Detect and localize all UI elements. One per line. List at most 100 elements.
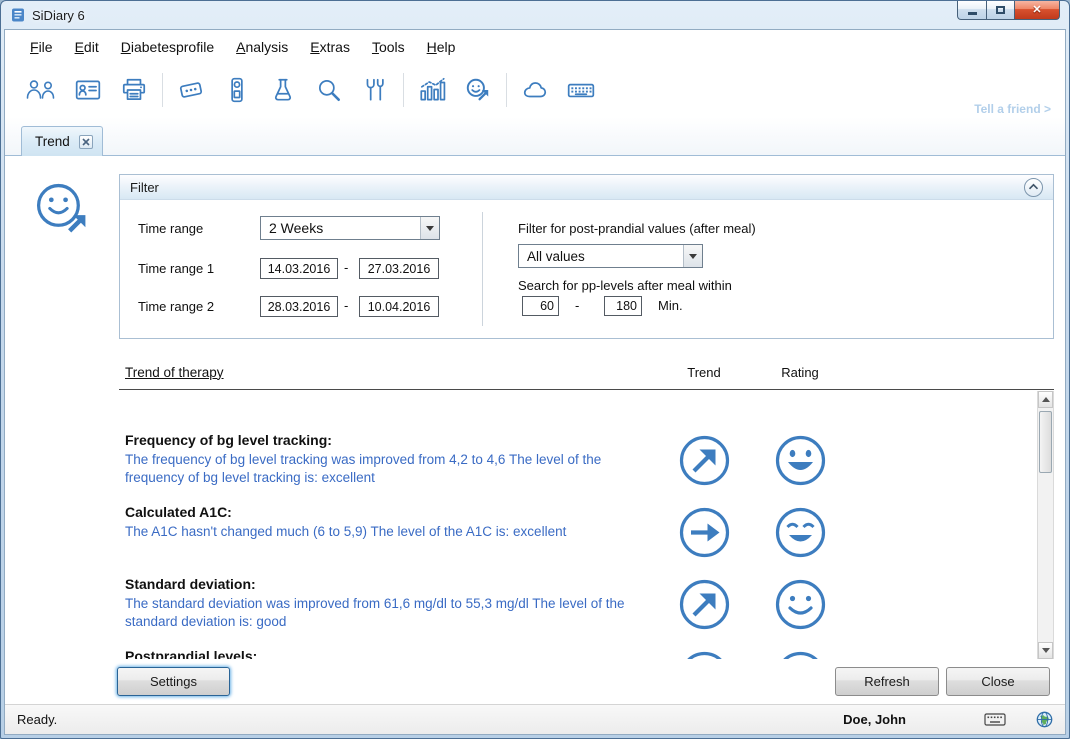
patients-icon[interactable] <box>19 68 65 112</box>
trend-arrow-icon <box>678 576 731 631</box>
pp-filter-label: Filter for post-prandial values (after m… <box>518 221 756 236</box>
menu-help[interactable]: Help <box>416 34 467 60</box>
tab-trend[interactable]: Trend <box>21 126 103 156</box>
lab-values-icon[interactable] <box>260 68 306 112</box>
vertical-scrollbar[interactable] <box>1037 391 1054 659</box>
pp-filter-value: All values <box>527 248 585 264</box>
scrollbar-thumb[interactable] <box>1039 411 1052 473</box>
tab-close-button[interactable] <box>78 134 93 149</box>
trend-row-label: Calculated A1C: <box>125 504 232 520</box>
trend-row-text: Postprandial levels: <box>125 648 656 659</box>
menu-diabetesprofile[interactable]: Diabetesprofile <box>110 34 225 60</box>
refresh-button[interactable]: Refresh <box>835 667 939 696</box>
pp-to-input[interactable] <box>604 296 642 316</box>
trend-row: Calculated A1C: The A1C hasn't changed m… <box>125 504 1037 576</box>
filter-divider <box>482 212 483 326</box>
maximize-button[interactable] <box>987 1 1015 20</box>
trend-row-label: Frequency of bg level tracking: <box>125 432 332 448</box>
menu-file[interactable]: File <box>19 34 64 60</box>
pp-unit-label: Min. <box>658 298 683 313</box>
title-bar[interactable]: SiDiary 6 ✕ <box>4 1 1066 29</box>
trend-row-text: Standard deviation: The standard deviati… <box>125 576 656 648</box>
time-range-value: 2 Weeks <box>269 220 324 236</box>
trend-row-text: Calculated A1C: The A1C hasn't changed m… <box>125 504 656 576</box>
device-icon[interactable] <box>214 68 260 112</box>
scroll-up-button[interactable] <box>1038 391 1053 408</box>
trend-column-header: Trend <box>687 364 721 380</box>
filter-header: Filter <box>120 175 1053 200</box>
menu-extras[interactable]: Extras <box>299 34 361 60</box>
menu-bar: File Edit Diabetesprofile Analysis Extra… <box>5 30 1065 63</box>
range1-end-input[interactable] <box>359 258 439 279</box>
print-icon[interactable] <box>111 68 157 112</box>
statistics-icon[interactable] <box>409 68 455 112</box>
collapse-filter-button[interactable] <box>1024 177 1043 197</box>
trend-list: Frequency of bg level tracking: The freq… <box>119 390 1037 659</box>
range-separator: - <box>575 298 580 313</box>
status-text: Ready. <box>17 712 58 727</box>
time-range-2-label: Time range 2 <box>138 299 215 314</box>
read-device-icon[interactable] <box>168 68 214 112</box>
trend-row-text: Frequency of bg level tracking: The freq… <box>125 432 656 504</box>
trend-panel-title: Trend of therapy <box>125 364 224 380</box>
rating-column-header: Rating <box>781 364 819 380</box>
trend-header-row: Trend of therapy Trend Rating <box>119 355 1054 389</box>
arrow-down-icon <box>1041 648 1050 653</box>
dropdown-arrow-button[interactable] <box>420 217 439 239</box>
tab-label: Trend <box>35 134 70 149</box>
close-dialog-button[interactable]: Close <box>946 667 1050 696</box>
trend-icon[interactable] <box>455 68 501 112</box>
rating-smiley-icon <box>774 432 827 487</box>
tab-strip: Trend <box>5 117 1065 156</box>
maximize-icon <box>996 6 1005 14</box>
keyboard-status-icon[interactable] <box>984 712 1006 727</box>
scroll-down-button[interactable] <box>1038 642 1053 659</box>
range-separator: - <box>344 260 349 275</box>
client-area: File Edit Diabetesprofile Analysis Extra… <box>4 29 1066 735</box>
menu-edit[interactable]: Edit <box>64 34 110 60</box>
chevron-down-icon <box>426 225 434 231</box>
main-content: Filter Time range 2 Weeks Time range 1 - <box>5 156 1065 704</box>
time-range-select[interactable]: 2 Weeks <box>260 216 440 240</box>
toolbar-separator <box>506 73 507 107</box>
trend-arrow-icon <box>678 504 731 559</box>
minimize-button[interactable] <box>957 1 987 20</box>
globe-online-icon[interactable] <box>1036 711 1053 728</box>
status-bar: Ready. Doe, John <box>5 704 1065 734</box>
trend-arrow-icon <box>678 648 731 659</box>
toolbar-separator <box>403 73 404 107</box>
online-sync-icon[interactable] <box>512 68 558 112</box>
close-button[interactable]: ✕ <box>1015 1 1060 20</box>
search-icon[interactable] <box>306 68 352 112</box>
app-icon <box>12 8 24 22</box>
filter-body: Time range 2 Weeks Time range 1 - Time r… <box>120 200 1053 338</box>
range-separator: - <box>344 298 349 313</box>
keyboard-icon[interactable] <box>558 68 604 112</box>
trend-row: Standard deviation: The standard deviati… <box>125 576 1037 648</box>
minimize-icon <box>967 12 977 15</box>
close-x-icon <box>82 137 90 146</box>
pp-from-input[interactable] <box>522 296 559 316</box>
nutrition-icon[interactable] <box>352 68 398 112</box>
trend-row-description: The standard deviation was improved from… <box>125 596 625 629</box>
pp-search-label: Search for pp-levels after meal within <box>518 278 732 293</box>
close-icon: ✕ <box>1032 3 1042 16</box>
rating-smiley-icon <box>774 576 827 631</box>
menu-analysis[interactable]: Analysis <box>225 34 299 60</box>
app-window: SiDiary 6 ✕ File Edit Diabetesprofile An… <box>0 0 1070 739</box>
pp-filter-select[interactable]: All values <box>518 244 703 268</box>
current-patient-name: Doe, John <box>843 712 906 727</box>
filter-title: Filter <box>130 179 159 195</box>
range2-start-input[interactable] <box>260 296 338 317</box>
trend-row: Postprandial levels: <box>125 648 1037 659</box>
settings-button[interactable]: Settings <box>117 667 230 696</box>
trend-row-description: The frequency of bg level tracking was i… <box>125 452 602 485</box>
profile-icon[interactable] <box>65 68 111 112</box>
range1-start-input[interactable] <box>260 258 338 279</box>
dropdown-arrow-button[interactable] <box>683 245 702 267</box>
range2-end-input[interactable] <box>359 296 439 317</box>
menu-tools[interactable]: Tools <box>361 34 416 60</box>
rating-smiley-icon <box>774 504 827 559</box>
tell-a-friend-link[interactable]: Tell a friend > <box>974 102 1051 116</box>
toolbar: Tell a friend > <box>5 63 1065 117</box>
